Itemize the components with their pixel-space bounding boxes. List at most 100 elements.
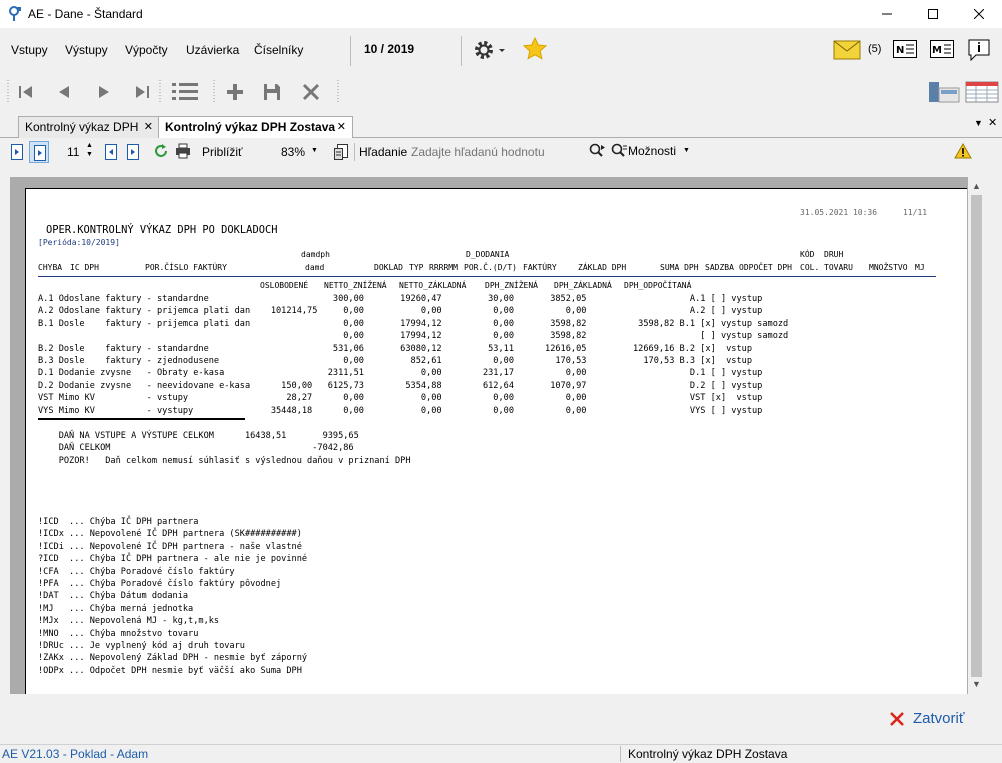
divider bbox=[350, 36, 351, 66]
legend-item: !ICDi ... Nepovolené IČ DPH partnera - n… bbox=[38, 541, 302, 552]
header-damdph: damdph bbox=[301, 250, 330, 259]
multi-page-view-button[interactable] bbox=[29, 141, 49, 163]
tab-kontrolny-vykaz-zostava[interactable]: Kontrolný výkaz DPH Zostava ✕ bbox=[158, 116, 353, 139]
warning-icon[interactable] bbox=[954, 143, 972, 159]
report-period: [Perióda:10/2019] bbox=[38, 238, 120, 247]
header-typ: TYP bbox=[409, 263, 424, 272]
navigation-toolbar bbox=[0, 72, 1002, 112]
print-icon[interactable] bbox=[175, 143, 191, 159]
header-druh: DRUH bbox=[824, 250, 844, 259]
first-record-icon[interactable] bbox=[16, 83, 36, 101]
mail-icon[interactable] bbox=[833, 40, 861, 60]
search-options-icon[interactable] bbox=[611, 143, 627, 159]
subheader-netto-zakladna: NETTO_ZÁKLADNÁ bbox=[399, 281, 467, 290]
divider bbox=[354, 143, 355, 161]
news-icon[interactable]: N bbox=[893, 40, 917, 58]
previous-page-icon[interactable] bbox=[104, 143, 118, 161]
search-next-icon[interactable] bbox=[589, 143, 607, 159]
scroll-up-icon[interactable]: ▲ bbox=[972, 181, 981, 191]
status-bar: AE V21.03 - Poklad - Adam Kontrolný výka… bbox=[0, 744, 1002, 763]
mail-count: (5) bbox=[868, 43, 882, 55]
tab-close-icon[interactable]: ✕ bbox=[144, 120, 153, 133]
calculator-icon[interactable] bbox=[927, 80, 961, 104]
menu-vstupy[interactable]: Vstupy bbox=[11, 43, 48, 57]
report-rows: A.1 Odoslane faktury - standardne 300,00… bbox=[38, 293, 938, 417]
maximize-button[interactable] bbox=[910, 0, 956, 28]
legend-item: !ICD ... Chýba IČ DPH partnera bbox=[38, 517, 199, 527]
svg-text:N: N bbox=[896, 45, 904, 56]
save-record-icon[interactable] bbox=[263, 83, 281, 101]
options-dropdown-icon[interactable]: ▼ bbox=[683, 147, 690, 154]
table-row: VYS Mimo KV - vystupy 35448,18 0,00 0,00… bbox=[38, 405, 763, 416]
table-row: B.3 Dosle faktury - zjednodusene 0,00 85… bbox=[38, 356, 752, 367]
zoom-select[interactable]: 83% bbox=[281, 145, 305, 159]
legend-item: !ICDx ... Nepovolené IČ DPH partnera (SK… bbox=[38, 529, 302, 540]
delete-record-icon[interactable] bbox=[302, 83, 320, 101]
export-icon[interactable] bbox=[333, 143, 349, 161]
header-kod: KÓD bbox=[800, 250, 815, 259]
list-view-icon[interactable] bbox=[171, 81, 199, 103]
total-row: POZOR! Daň celkom nemusí súhlasiť s výsl… bbox=[38, 455, 411, 466]
search-input[interactable] bbox=[411, 142, 581, 162]
legend-item: !DAT ... Chýba Dátum dodania bbox=[38, 591, 189, 602]
tab-close-icon[interactable]: ✕ bbox=[337, 120, 346, 133]
legend-item: !PFA ... Chýba Poradové číslo faktúry pô… bbox=[38, 579, 282, 590]
next-page-icon[interactable] bbox=[126, 143, 140, 161]
favorites-star-icon[interactable] bbox=[522, 37, 548, 61]
next-record-icon[interactable] bbox=[95, 83, 113, 101]
settings-gear-icon[interactable] bbox=[472, 38, 508, 62]
window-title: AE - Dane - Štandard bbox=[28, 7, 143, 21]
vertical-scrollbar[interactable]: ▲ ▼ bbox=[968, 177, 985, 694]
menu-vystupy[interactable]: Výstupy bbox=[65, 43, 108, 57]
zoom-dropdown-icon[interactable]: ▼ bbox=[311, 147, 318, 154]
table-row: D.2 Dodanie zvysne - neevidovane e-kasa … bbox=[38, 380, 763, 391]
refresh-icon[interactable] bbox=[153, 143, 169, 159]
report-totals: DAŇ NA VSTUPE A VÝSTUPE CELKOM 16438,51 … bbox=[38, 430, 938, 467]
info-icon[interactable] bbox=[967, 39, 991, 61]
close-window-button[interactable] bbox=[956, 0, 1002, 28]
page-spinner-icon[interactable]: ▲ ▼ bbox=[86, 141, 93, 159]
menu-uzavierka[interactable]: Uzávierka bbox=[186, 43, 239, 57]
report-page-number: 11/11 bbox=[903, 208, 928, 217]
messages-icon[interactable]: M bbox=[930, 40, 954, 58]
legend-item: !MNO ... Chýba množstvo tovaru bbox=[38, 628, 199, 639]
subheader-dph-zakladna: DPH_ZÁKLADNÁ bbox=[554, 281, 612, 290]
period-selector[interactable]: 10 / 2019 bbox=[364, 42, 414, 56]
add-record-icon[interactable] bbox=[226, 83, 244, 101]
single-page-view-icon[interactable] bbox=[9, 143, 25, 161]
table-row: B.1 Dosle faktury - prijemca plati dan 0… bbox=[38, 318, 789, 329]
last-record-icon[interactable] bbox=[132, 83, 152, 101]
minimize-button[interactable] bbox=[864, 0, 910, 28]
header-doklad: DOKLAD bbox=[374, 263, 403, 272]
header-odpocet-dph: ODPOČET DPH bbox=[739, 263, 792, 272]
legend-item: !CFA ... Chýba Poradové číslo faktúry bbox=[38, 566, 235, 577]
tab-list-dropdown-icon[interactable]: ▼ bbox=[974, 118, 983, 128]
report-title: OPER.KONTROLNÝ VÝKAZ DPH PO DOKLADOCH bbox=[46, 224, 278, 236]
subheader-dph-odpocitana: DPH_ODPOČÍTANÁ bbox=[624, 281, 692, 290]
total-row: DAŇ CELKOM -7042,86 bbox=[38, 443, 354, 454]
zoom-label: Priblížiť bbox=[202, 145, 243, 159]
header-mnozstvo: MNOŽSTVO bbox=[869, 263, 908, 272]
page-number-field[interactable]: 11 bbox=[67, 145, 79, 159]
previous-record-icon[interactable] bbox=[55, 83, 73, 101]
header-por-c-dt: POR.Č.(D/T) bbox=[464, 263, 517, 272]
close-report-button[interactable]: Zatvoriť bbox=[889, 709, 979, 729]
header-ic-dph: IC DPH bbox=[70, 263, 99, 272]
spreadsheet-icon[interactable] bbox=[965, 80, 999, 104]
options-button[interactable]: Možnosti bbox=[628, 144, 676, 158]
tab-kontrolny-vykaz[interactable]: Kontrolný výkaz DPH ✕ bbox=[18, 116, 160, 138]
scroll-down-icon[interactable]: ▼ bbox=[972, 679, 981, 689]
divider bbox=[461, 36, 462, 66]
menu-vypocty[interactable]: Výpočty bbox=[125, 43, 168, 57]
status-app-version: AE V21.03 - Poklad - Adam bbox=[2, 747, 149, 761]
report-date: 31.05.2021 10:36 bbox=[800, 208, 878, 217]
table-row: A.2 Odoslane faktury - prijemca plati da… bbox=[38, 306, 763, 317]
svg-text:M: M bbox=[932, 45, 942, 56]
toolbar-grip bbox=[7, 80, 9, 104]
scroll-thumb[interactable] bbox=[971, 195, 982, 677]
menu-bar: Vstupy Výstupy Výpočty Uzávierka Číselní… bbox=[0, 28, 1002, 72]
menu-ciselniky[interactable]: Číselníky bbox=[254, 43, 303, 57]
close-red-x-icon bbox=[890, 712, 904, 726]
close-all-tabs-icon[interactable]: ✕ bbox=[988, 116, 997, 129]
header-suma-dph: SUMA DPH bbox=[660, 263, 699, 272]
